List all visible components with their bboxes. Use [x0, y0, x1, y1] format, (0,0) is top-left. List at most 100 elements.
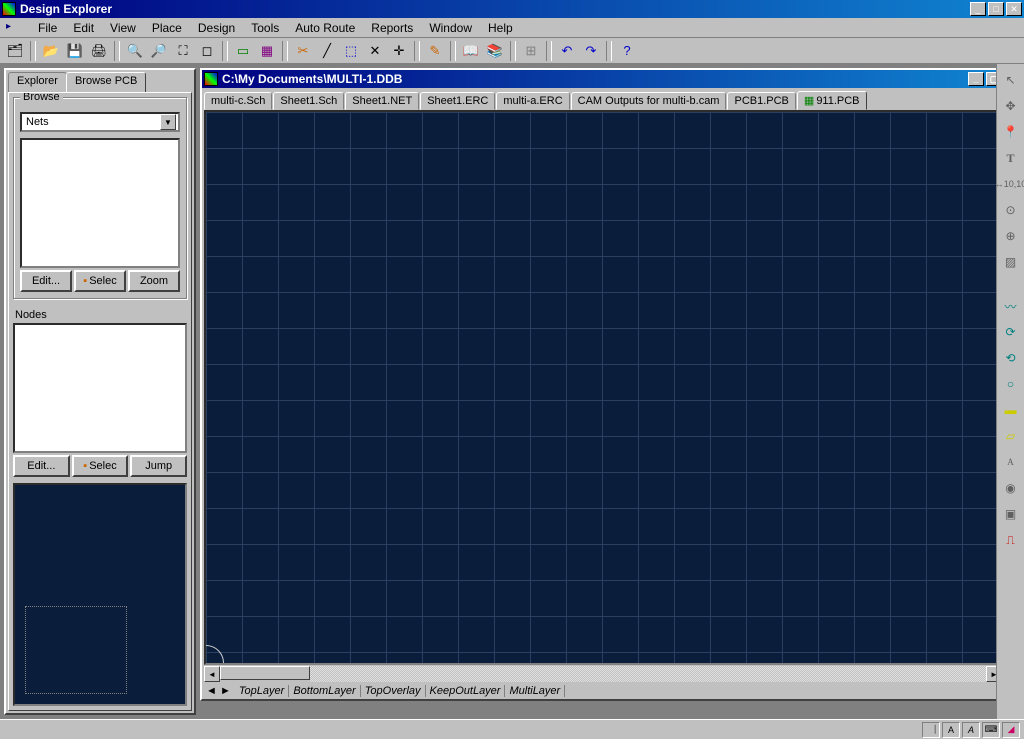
text-icon[interactable]: T [1001, 148, 1021, 168]
app-icon [2, 2, 16, 16]
track-icon[interactable]: 〰 [1001, 296, 1021, 316]
undo-icon[interactable]: ↶ [556, 40, 578, 62]
scroll-track[interactable] [310, 666, 986, 682]
route-icon[interactable]: ⎍ [1001, 530, 1021, 550]
tab-browse-pcb[interactable]: Browse PCB [66, 72, 146, 92]
nodes-listbox[interactable] [13, 323, 187, 453]
arc-cw-icon[interactable]: ⟳ [1001, 322, 1021, 342]
edit2-button[interactable]: Edit... [13, 455, 70, 477]
doc-minimize-button[interactable]: _ [968, 72, 984, 86]
document-window: C:\My Documents\MULTI-1.DDB _ ▢ multi-c.… [200, 68, 1006, 701]
menu-edit[interactable]: Edit [65, 19, 102, 37]
pan-icon[interactable]: ✥ [1001, 96, 1021, 116]
document-titlebar: C:\My Documents\MULTI-1.DDB _ ▢ [202, 70, 1004, 88]
select-button[interactable]: ▪Selec [74, 270, 126, 292]
browse-group-label: Browse [20, 92, 63, 103]
browse-combo[interactable]: Nets ▼ [20, 112, 180, 132]
print-icon[interactable]: 🖨 [88, 40, 110, 62]
layer-tab[interactable]: BottomLayer [289, 685, 360, 697]
zoom-button[interactable]: Zoom [128, 270, 180, 292]
tree-icon[interactable]: 🗂 [4, 40, 26, 62]
menu-reports[interactable]: Reports [363, 19, 421, 37]
arc-ccw-icon[interactable]: ⟲ [1001, 348, 1021, 368]
target-icon[interactable]: ⊕ [1001, 226, 1021, 246]
layer-tab[interactable]: TopLayer [235, 685, 289, 697]
component-icon[interactable]: ▣ [1001, 504, 1021, 524]
menu-tools[interactable]: Tools [243, 19, 287, 37]
chevron-down-icon[interactable]: ▼ [160, 114, 176, 130]
menu-chevron-icon: ▸ [6, 21, 20, 35]
layer-tab[interactable]: TopOverlay [361, 685, 426, 697]
cursor-icon[interactable]: ↖ [1001, 70, 1021, 90]
menu-window[interactable]: Window [421, 19, 480, 37]
scroll-thumb[interactable] [220, 666, 310, 680]
grid-icon[interactable]: ⊞ [520, 40, 542, 62]
zoom-fit-icon[interactable]: ⛶ [172, 40, 194, 62]
polygon-icon[interactable]: ▱ [1001, 426, 1021, 446]
zoom-in-icon[interactable]: 🔍 [124, 40, 146, 62]
maximize-button[interactable]: □ [988, 2, 1004, 16]
line-icon[interactable]: ╱ [316, 40, 338, 62]
library-icon[interactable]: 📚 [484, 40, 506, 62]
horizontal-scrollbar[interactable]: ◄ ► [204, 666, 1002, 682]
deselect-icon[interactable]: ✕ [364, 40, 386, 62]
browse-combo-value: Nets [24, 116, 160, 128]
scroll-left-icon[interactable]: ◄ [204, 666, 220, 682]
via-icon[interactable]: ⊙ [1001, 200, 1021, 220]
book-icon[interactable]: 📖 [460, 40, 482, 62]
circle-icon[interactable]: ○ [1001, 374, 1021, 394]
cut-icon[interactable]: ✂ [292, 40, 314, 62]
doc-tab[interactable]: Sheet1.NET [345, 92, 419, 110]
minimize-button[interactable]: _ [970, 2, 986, 16]
tab-explorer[interactable]: Explorer [8, 72, 67, 92]
doc-tab[interactable]: Sheet1.ERC [420, 92, 495, 110]
crosshair-icon[interactable]: ✛ [388, 40, 410, 62]
menu-help[interactable]: Help [480, 19, 521, 37]
highlight-icon[interactable]: ✎ [424, 40, 446, 62]
menu-autoroute[interactable]: Auto Route [287, 19, 363, 37]
doc-tab-active[interactable]: ▦911.PCB [797, 91, 867, 110]
doc-tab[interactable]: PCB1.PCB [727, 92, 795, 110]
close-button[interactable]: ✕ [1006, 2, 1022, 16]
layer-tab[interactable]: KeepOutLayer [426, 685, 506, 697]
jump-button[interactable]: Jump [130, 455, 187, 477]
document-title: C:\My Documents\MULTI-1.DDB [222, 72, 968, 86]
right-toolbar: ↖ ✥ 📍 T ↔10,10 ⊙ ⊕ ▨ 〰 ⟳ ⟲ ○ ▬ ▱ A ◉ ▣ ⎍ [996, 64, 1024, 719]
zoom-area-icon[interactable]: ◻ [196, 40, 218, 62]
grid-background [206, 112, 1000, 663]
menu-file[interactable]: File [30, 19, 65, 37]
zoom-out-icon[interactable]: 🔎 [148, 40, 170, 62]
status-cell-a: A [942, 722, 960, 738]
dimension-icon[interactable]: ↔10,10 [1001, 174, 1021, 194]
rect-select-icon[interactable]: ⬚ [340, 40, 362, 62]
edit-button[interactable]: Edit... [20, 270, 72, 292]
hatch-icon[interactable]: ▨ [1001, 252, 1021, 272]
move-icon[interactable]: ▦ [256, 40, 278, 62]
status-eraser-icon: ◢ [1002, 722, 1020, 738]
doc-icon [204, 72, 218, 86]
save-icon[interactable]: 💾 [64, 40, 86, 62]
select-icon[interactable]: ▭ [232, 40, 254, 62]
doc-tab[interactable]: CAM Outputs for multi-b.cam [571, 92, 727, 110]
menu-place[interactable]: Place [144, 19, 190, 37]
select2-button[interactable]: ▪Selec [72, 455, 129, 477]
pin-icon[interactable]: 📍 [1001, 122, 1021, 142]
doc-tab[interactable]: Sheet1.Sch [273, 92, 344, 110]
string-icon[interactable]: A [1001, 452, 1021, 472]
status-cell-b: A [962, 722, 980, 738]
doc-tab[interactable]: multi-c.Sch [204, 92, 272, 110]
mini-preview[interactable] [13, 483, 187, 706]
status-keyboard-icon: ⌨ [982, 722, 1000, 738]
browse-group: Browse Nets ▼ Edit... ▪Selec Zoom [13, 97, 187, 299]
pad-icon[interactable]: ◉ [1001, 478, 1021, 498]
menu-design[interactable]: Design [190, 19, 243, 37]
fill-icon[interactable]: ▬ [1001, 400, 1021, 420]
doc-tab[interactable]: multi-a.ERC [496, 92, 569, 110]
menu-view[interactable]: View [102, 19, 144, 37]
nets-listbox[interactable] [20, 138, 180, 268]
redo-icon[interactable]: ↷ [580, 40, 602, 62]
layer-tab[interactable]: MultiLayer [505, 685, 565, 697]
help-icon[interactable]: ? [616, 40, 638, 62]
open-icon[interactable]: 📂 [40, 40, 62, 62]
pcb-canvas[interactable] [204, 110, 1002, 665]
